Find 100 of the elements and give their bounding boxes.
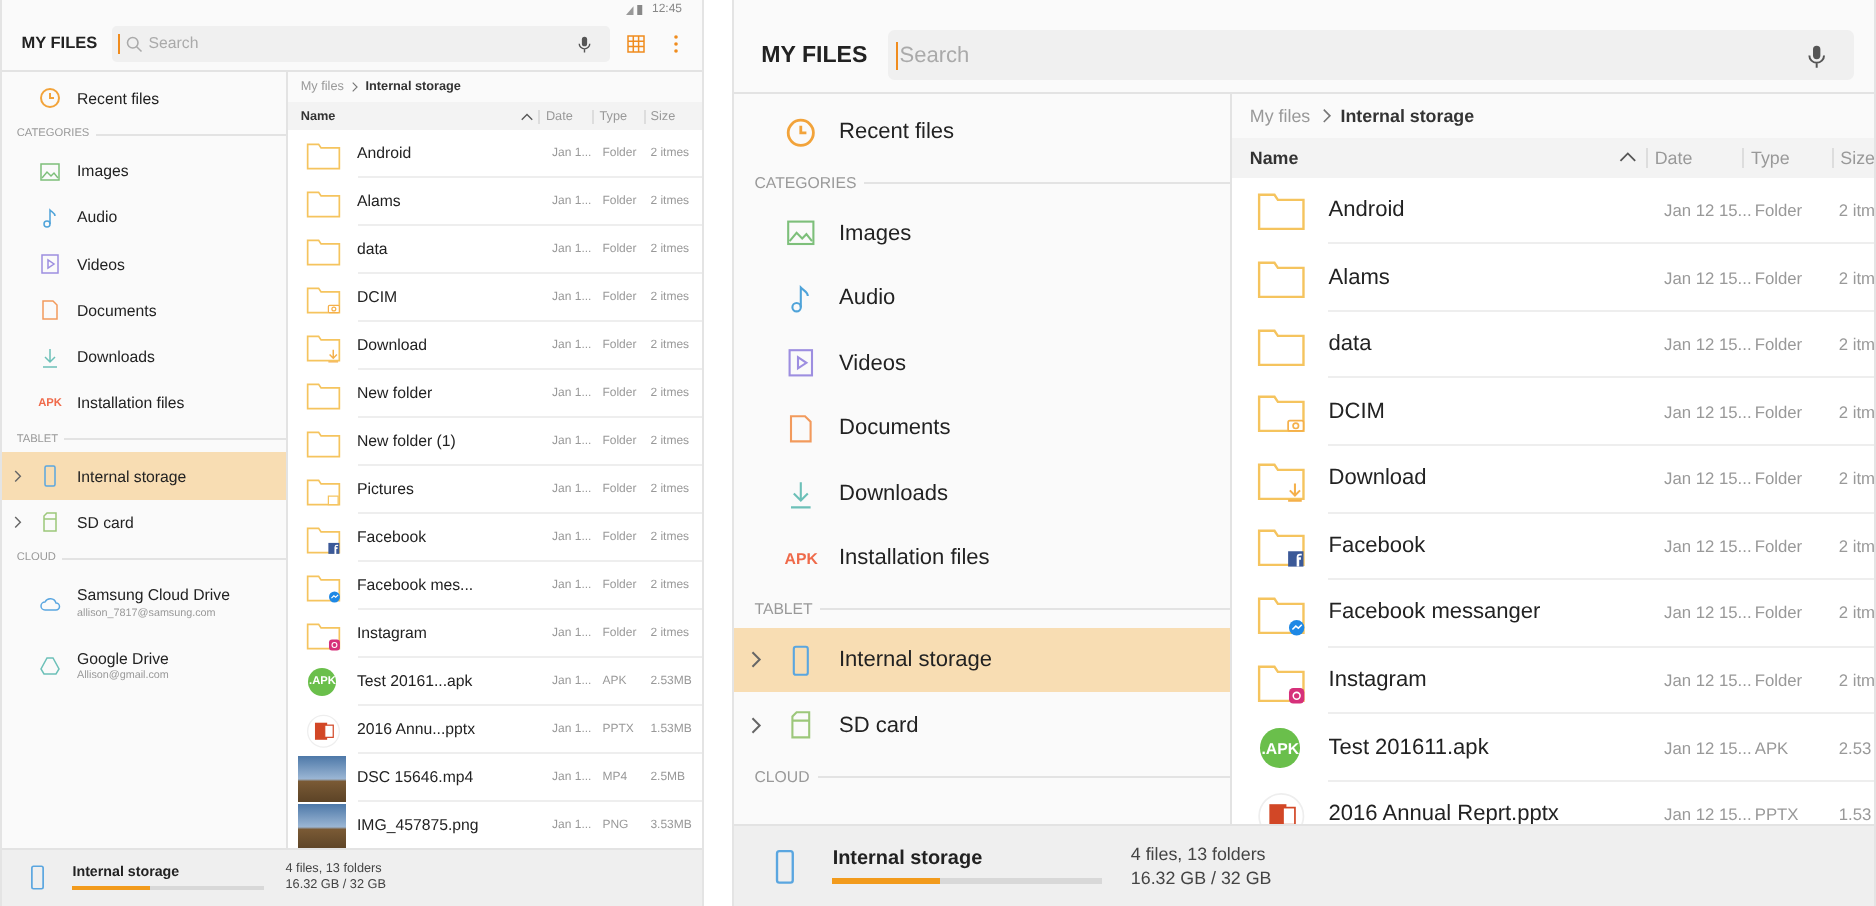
presentation-file-icon <box>303 713 342 749</box>
sidebar-item[interactable]: Videos <box>734 331 1230 397</box>
file-name[interactable]: Test 201611.apk <box>1328 735 1659 760</box>
column-header[interactable]: Name <box>1249 147 1299 168</box>
sidebar-item[interactable]: Internal storage <box>734 627 1230 693</box>
file-type: Folder <box>1754 401 1803 422</box>
photo-placeholder <box>298 755 347 803</box>
chevron-right-icon[interactable] <box>748 713 764 737</box>
file-size: 2 itm <box>1838 468 1874 489</box>
file-type: Folder <box>1754 670 1803 691</box>
sidebar-label: Downloads <box>838 481 948 506</box>
chevron-right-icon <box>1319 105 1332 126</box>
video-icon <box>784 346 818 381</box>
file-name[interactable]: DCIM <box>1328 399 1659 424</box>
sidebar-label: Audio <box>838 286 896 311</box>
file-name[interactable]: Instagram <box>1328 668 1659 693</box>
signal-battery-icon <box>625 3 646 15</box>
sort-ascending-icon[interactable] <box>519 111 534 122</box>
video-icon <box>38 252 62 277</box>
file-size: 2 itm <box>1838 334 1874 355</box>
file-type: APK <box>1754 737 1789 758</box>
file-type: Folder <box>1754 468 1803 489</box>
sidebar-item[interactable]: Images <box>734 200 1230 267</box>
file-type: Folder <box>1754 267 1803 288</box>
photo-placeholder <box>298 803 347 847</box>
sidebar-item[interactable]: Recent files <box>734 99 1230 165</box>
folder-instagram-icon <box>303 617 342 653</box>
app-title: MY FILES <box>21 34 98 53</box>
file-date: Jan 12 15... <box>1664 602 1752 623</box>
sort-ascending-icon[interactable] <box>1618 150 1639 165</box>
clock-icon <box>784 115 818 149</box>
chevron-right-icon[interactable] <box>12 514 23 531</box>
sidebar-label: Internal storage <box>838 648 993 673</box>
sidebar-item[interactable]: Documents <box>734 396 1230 462</box>
file-size: 2 itm <box>1838 267 1874 288</box>
image-icon <box>784 216 818 251</box>
sidebar-label: SD card <box>838 713 919 738</box>
file-name[interactable]: Download <box>1328 466 1659 491</box>
folder-icon <box>303 425 342 461</box>
file-date: Jan 12 15... <box>1664 334 1752 355</box>
storage-usage: 16.32 GB / 32 GB <box>1130 867 1272 888</box>
chevron-right-icon[interactable] <box>12 467 23 485</box>
file-size: 2 itm <box>1838 199 1874 220</box>
file-date: Jan 12 15... <box>1664 267 1752 288</box>
storage-name: Internal storage <box>832 848 985 871</box>
chevron-right-icon <box>350 79 360 94</box>
file-name[interactable]: data <box>1328 332 1659 357</box>
music-note-icon <box>38 205 62 230</box>
folder-facebook-icon <box>303 521 342 557</box>
sidebar-item[interactable]: Downloads <box>734 461 1230 527</box>
file-type: PPTX <box>1754 804 1799 825</box>
file-name[interactable]: Facebook <box>1328 533 1659 558</box>
chevron-right-icon[interactable] <box>748 648 764 672</box>
file-size: 2 itm <box>1838 602 1874 623</box>
sidebar-label: Images <box>838 221 912 246</box>
file-size: 2 itm <box>1838 670 1874 691</box>
file-type: Folder <box>1754 199 1803 220</box>
sidebar-label: Videos <box>838 351 906 376</box>
file-size: 2 itm <box>1838 535 1874 556</box>
folder-camera-icon <box>303 281 342 317</box>
image-icon <box>38 159 62 184</box>
folder-icon <box>303 233 342 269</box>
search-field[interactable]: Search <box>888 30 1853 81</box>
sidebar-label: Installation files <box>838 546 990 571</box>
phone-icon <box>38 464 62 488</box>
app-title: MY FILES <box>761 43 868 68</box>
search-icon <box>124 33 146 54</box>
file-name[interactable]: Facebook messanger <box>1328 600 1659 625</box>
file-date: Jan 12 15... <box>1664 804 1752 825</box>
folder-download-icon <box>303 329 342 365</box>
clock-icon <box>38 86 62 111</box>
breadcrumb-item[interactable]: Internal storage <box>1340 105 1475 126</box>
folder-icon <box>303 137 342 173</box>
file-type: Folder <box>1754 334 1803 355</box>
file-date: Jan 12 15... <box>1664 535 1752 556</box>
sidebar-item[interactable]: Audio <box>734 266 1230 332</box>
file-count: 4 files, 13 folders <box>1130 844 1268 865</box>
file-name[interactable]: Alams <box>1328 265 1659 290</box>
file-type: Folder <box>1754 602 1803 623</box>
file-date: Jan 12 15... <box>1664 468 1752 489</box>
folder-pictures-icon <box>303 473 342 509</box>
sidebar-label: Recent files <box>838 120 955 145</box>
document-icon <box>784 412 818 446</box>
sidebar-label: Documents <box>838 416 951 441</box>
file-name[interactable]: Android <box>1328 197 1659 222</box>
file-date: Jan 12 15... <box>1664 401 1752 422</box>
sidebar-item[interactable]: SD card <box>734 692 1230 758</box>
folder-messenger-icon <box>303 569 342 605</box>
sd-card-icon <box>38 510 62 535</box>
folder-icon <box>303 377 342 413</box>
file-date: Jan 12 15... <box>1664 199 1752 220</box>
document-icon <box>38 298 62 323</box>
file-date: Jan 12 15... <box>1664 737 1752 758</box>
folder-icon <box>303 185 342 221</box>
file-size: 2.53 <box>1838 737 1872 758</box>
file-size: 2 itm <box>1838 401 1874 422</box>
microphone-icon[interactable] <box>573 33 594 54</box>
file-size: 1.53 <box>1838 804 1872 825</box>
file-date: Jan 12 15... <box>1664 670 1752 691</box>
download-icon <box>38 345 62 370</box>
